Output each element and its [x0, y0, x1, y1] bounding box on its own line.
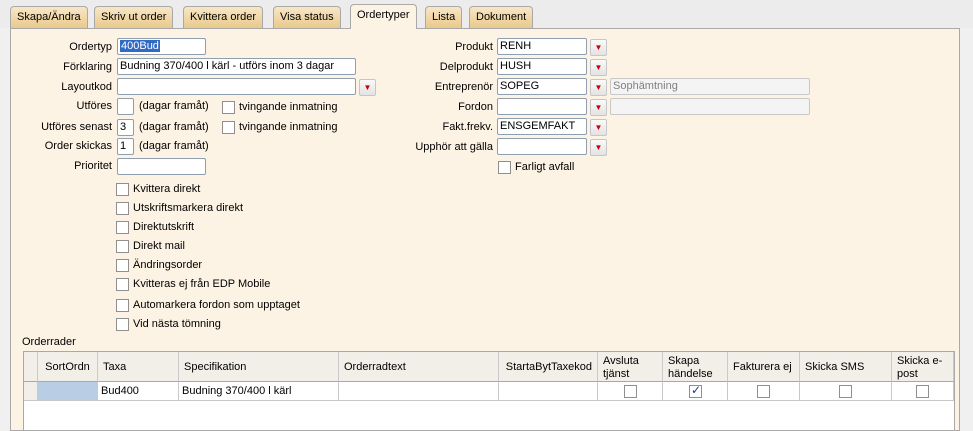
cell-fakturera-ej: [728, 382, 800, 401]
utfores-field[interactable]: [117, 98, 134, 115]
tab-kvittera-order[interactable]: Kvittera order: [183, 6, 264, 28]
column-header-sortordn[interactable]: SortOrdn: [38, 352, 98, 382]
order-skickas-label: Order skickas: [44, 140, 112, 152]
andringsorder-label: Ändringsorder: [133, 259, 203, 271]
fakturera-ej-checkbox[interactable]: [757, 385, 770, 398]
column-header-orderradtext[interactable]: Orderradtext: [339, 352, 499, 382]
utfores-label: Utföres: [76, 100, 112, 112]
fordon-dropdown-icon[interactable]: ▼: [590, 99, 607, 116]
kvitteras-ej-checkbox[interactable]: [116, 278, 129, 291]
cell-skicka-sms: [800, 382, 892, 401]
avsluta-tjanst-checkbox[interactable]: [624, 385, 637, 398]
cell-avsluta-tjanst: [598, 382, 663, 401]
tab-dokument[interactable]: Dokument: [469, 6, 534, 28]
column-header-fakturera-ej[interactable]: Fakturera ej: [728, 352, 800, 382]
automarkera-fordon-checkbox[interactable]: [116, 299, 129, 312]
produkt-label: Produkt: [455, 41, 493, 53]
cell-sortordn[interactable]: [38, 382, 98, 401]
column-header-specifikation[interactable]: Specifikation: [179, 352, 339, 382]
prioritet-label: Prioritet: [74, 160, 112, 172]
delprodukt-label: Delprodukt: [439, 61, 493, 73]
utfores-senast-tvingande-label: tvingande inmatning: [239, 121, 338, 133]
produkt-dropdown-icon[interactable]: ▼: [590, 39, 607, 56]
ordertyp-value: 400Bud: [120, 40, 160, 52]
column-header-skapa-handelse[interactable]: Skapa händelse: [663, 352, 728, 382]
direkt-mail-label: Direkt mail: [133, 240, 185, 252]
utfores-hint: (dagar framåt): [139, 100, 209, 112]
column-header-startabyttaxekod[interactable]: StartaBytTaxekod: [499, 352, 598, 382]
orderrader-grid: SortOrdn Taxa Specifikation Orderradtext…: [23, 351, 955, 431]
direktutskrift-checkbox[interactable]: [116, 221, 129, 234]
tab-lista[interactable]: Lista: [425, 6, 463, 28]
row-selector[interactable]: [24, 382, 38, 401]
cell-skicka-epost: [892, 382, 954, 401]
order-skickas-field[interactable]: 1: [117, 138, 134, 155]
prioritet-field[interactable]: [117, 158, 206, 175]
column-header-avsluta-tjanst[interactable]: Avsluta tjänst: [598, 352, 663, 382]
forklaring-field[interactable]: Budning 370/400 l kärl - utförs inom 3 d…: [117, 58, 356, 75]
tab-visa-status[interactable]: Visa status: [273, 6, 341, 28]
direktutskrift-label: Direktutskrift: [133, 221, 195, 233]
utskriftsmarkera-direkt-checkbox[interactable]: [116, 202, 129, 215]
entreprenor-description: Sophämtning: [610, 78, 810, 95]
ordertyp-label: Ordertyp: [69, 41, 112, 53]
farligt-avfall-checkbox[interactable]: [498, 161, 511, 174]
utfores-tvingande-checkbox[interactable]: [222, 101, 235, 114]
kvitteras-ej-label: Kvitteras ej från EDP Mobile: [133, 278, 271, 290]
produkt-field[interactable]: RENH: [497, 38, 587, 55]
cell-startabyttaxekod[interactable]: [499, 382, 598, 401]
layoutkod-field[interactable]: [117, 78, 356, 95]
cell-specifikation[interactable]: Budning 370/400 l kärl: [179, 382, 339, 401]
tab-skapa-andra[interactable]: Skapa/Ändra: [10, 6, 88, 28]
row-header-corner: [24, 352, 38, 382]
farligt-avfall-label: Farligt avfall: [515, 161, 575, 173]
layoutkod-label: Layoutkod: [61, 81, 112, 93]
delprodukt-dropdown-icon[interactable]: ▼: [590, 59, 607, 76]
utfores-senast-field[interactable]: 3: [117, 119, 134, 136]
column-header-taxa[interactable]: Taxa: [98, 352, 179, 382]
vid-nasta-tomning-label: Vid nästa tömning: [133, 318, 221, 330]
utfores-senast-tvingande-checkbox[interactable]: [222, 121, 235, 134]
kvittera-direkt-checkbox[interactable]: [116, 183, 129, 196]
skicka-epost-checkbox[interactable]: [916, 385, 929, 398]
utfores-senast-label: Utföres senast: [41, 121, 112, 133]
fordon-description: [610, 98, 810, 115]
column-header-skicka-epost[interactable]: Skicka e-post: [892, 352, 954, 382]
upphor-label: Upphör att gälla: [415, 141, 493, 153]
skapa-handelse-checkbox[interactable]: [689, 383, 702, 398]
entreprenor-field[interactable]: SOPEG: [497, 78, 587, 95]
tab-skriv-ut-order[interactable]: Skriv ut order: [94, 6, 174, 28]
utfores-senast-hint: (dagar framåt): [139, 121, 209, 133]
direkt-mail-checkbox[interactable]: [116, 240, 129, 253]
utfores-tvingande-label: tvingande inmatning: [239, 101, 338, 113]
tab-bar: Skapa/Ändra Skriv ut order Kvittera orde…: [0, 0, 973, 29]
ordertyp-field[interactable]: 400Bud: [117, 38, 206, 55]
fakt-frekv-dropdown-icon[interactable]: ▼: [590, 119, 607, 136]
utskriftsmarkera-direkt-label: Utskriftsmarkera direkt: [133, 202, 244, 214]
skicka-sms-checkbox[interactable]: [839, 385, 852, 398]
order-skickas-hint: (dagar framåt): [139, 140, 209, 152]
kvittera-direkt-label: Kvittera direkt: [133, 183, 201, 195]
entreprenor-label: Entreprenör: [434, 81, 493, 93]
upphor-dropdown-icon[interactable]: ▼: [590, 139, 607, 156]
automarkera-fordon-label: Automarkera fordon som upptaget: [133, 299, 300, 311]
entreprenor-dropdown-icon[interactable]: ▼: [590, 79, 607, 96]
orderrader-title: Orderrader: [22, 336, 76, 348]
cell-orderradtext[interactable]: [339, 382, 499, 401]
column-header-skicka-sms[interactable]: Skicka SMS: [800, 352, 892, 382]
vid-nasta-tomning-checkbox[interactable]: [116, 318, 129, 331]
cell-taxa[interactable]: Bud400: [98, 382, 179, 401]
fakt-frekv-label: Fakt.frekv.: [442, 121, 493, 133]
upphor-field[interactable]: [497, 138, 587, 155]
delprodukt-field[interactable]: HUSH: [497, 58, 587, 75]
fakt-frekv-field[interactable]: ENSGEMFAKT: [497, 118, 587, 135]
tab-ordertyper[interactable]: Ordertyper: [350, 4, 417, 29]
layoutkod-dropdown-icon[interactable]: ▼: [359, 79, 376, 96]
fordon-field[interactable]: [497, 98, 587, 115]
cell-skapa-handelse: [663, 382, 728, 401]
forklaring-label: Förklaring: [63, 61, 112, 73]
fordon-label: Fordon: [458, 101, 493, 113]
andringsorder-checkbox[interactable]: [116, 259, 129, 272]
